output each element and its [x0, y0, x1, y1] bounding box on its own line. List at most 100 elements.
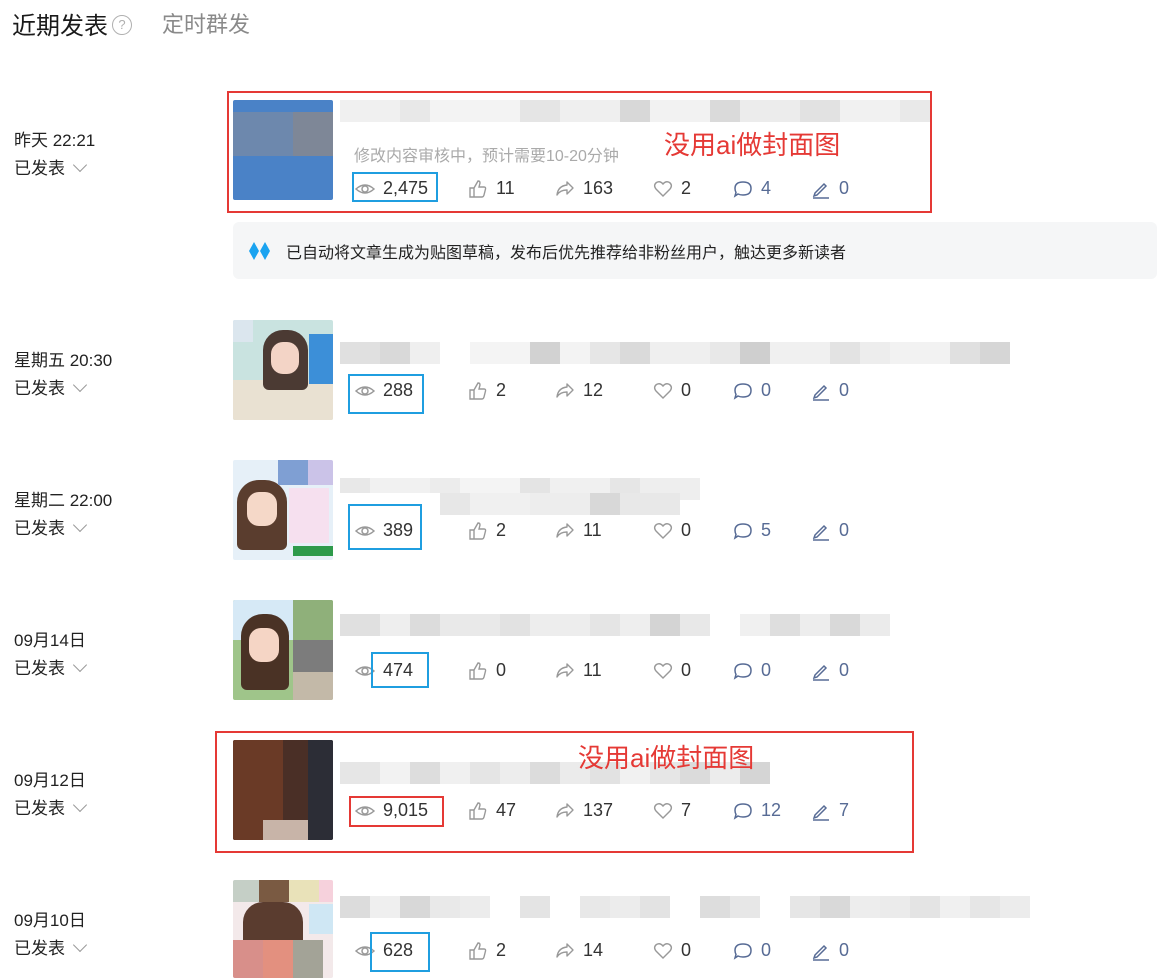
stat-edits[interactable]: 0 [811, 380, 871, 401]
hearts-count: 0 [681, 520, 692, 540]
views-highlight-box [348, 504, 422, 550]
post-status-label: 已发表 [14, 799, 65, 818]
comment-icon [733, 382, 752, 400]
post-status-dropdown[interactable]: 已发表 [14, 934, 88, 959]
post-status-dropdown[interactable]: 已发表 [14, 374, 88, 399]
post-status-label: 已发表 [14, 939, 65, 958]
views-highlight-box [371, 652, 429, 688]
comments-count: 0 [761, 660, 772, 680]
views-highlight-box [349, 796, 444, 827]
stat-hearts: 0 [653, 380, 733, 401]
heart-icon [653, 382, 673, 399]
stat-comments[interactable]: 0 [733, 940, 811, 961]
share-arrow-icon [556, 522, 574, 538]
heart-icon [653, 662, 673, 679]
stat-likes: 2 [468, 380, 555, 401]
post-status-dropdown[interactable]: 已发表 [14, 654, 88, 679]
comment-icon [733, 522, 752, 540]
post-status-label: 已发表 [14, 379, 65, 398]
stat-comments[interactable]: 5 [733, 520, 811, 541]
chevron-down-icon [72, 937, 88, 953]
likes-count: 2 [496, 520, 507, 540]
views-highlight-box [370, 932, 430, 972]
heart-icon [653, 522, 673, 539]
pen-icon [812, 384, 829, 401]
stat-edits[interactable]: 0 [811, 940, 871, 961]
post-date: 星期二 22:00 [14, 491, 113, 510]
tab-scheduled[interactable]: 定时群发 [162, 7, 250, 39]
post-status-dropdown[interactable]: 已发表 [14, 794, 88, 819]
post-cover-thumbnail[interactable] [233, 880, 333, 978]
stat-hearts: 0 [653, 520, 733, 541]
views-highlight-box [352, 172, 438, 202]
thumbs-up-icon [469, 661, 487, 680]
edits-count: 0 [839, 520, 850, 540]
post-title-blurred[interactable] [340, 614, 890, 636]
post-cover-thumbnail[interactable] [233, 460, 333, 560]
post-date: 昨天 22:21 [14, 131, 96, 150]
shares-count: 14 [583, 940, 604, 960]
post-status-label: 已发表 [14, 659, 65, 678]
post-status-dropdown[interactable]: 已发表 [14, 154, 88, 179]
likes-count: 2 [496, 940, 507, 960]
annotation-box [215, 731, 914, 853]
post-status-dropdown[interactable]: 已发表 [14, 514, 88, 539]
pen-icon [812, 664, 829, 681]
help-icon[interactable]: ? [112, 15, 132, 35]
stat-edits[interactable]: 0 [811, 660, 871, 681]
post-title-blurred[interactable] [340, 896, 1030, 918]
stat-likes: 2 [468, 940, 555, 961]
post-status-label: 已发表 [14, 519, 65, 538]
hearts-count: 0 [681, 380, 692, 400]
stat-comments[interactable]: 0 [733, 380, 811, 401]
post-cover-thumbnail[interactable] [233, 320, 333, 420]
post-cover-thumbnail[interactable] [233, 600, 333, 700]
post-title-blurred[interactable] [340, 342, 1010, 364]
post-stats: 474 0 11 0 0 0 [355, 660, 871, 681]
chevron-down-icon [72, 517, 88, 533]
notice-text: 已自动将文章生成为贴图草稿，发布后优先推荐给非粉丝用户，触达更多新读者 [286, 244, 847, 262]
edits-count: 0 [839, 380, 850, 400]
hearts-count: 0 [681, 940, 692, 960]
post-date: 09月14日 [14, 631, 86, 650]
post-stats: 389 2 11 0 5 0 [355, 520, 871, 541]
post-stats: 628 2 14 0 0 0 [355, 940, 871, 961]
stat-shares: 14 [555, 940, 653, 961]
hearts-count: 0 [681, 660, 692, 680]
comments-count: 0 [761, 940, 772, 960]
shares-count: 11 [583, 660, 602, 680]
shares-count: 12 [583, 380, 604, 400]
post-stats: 288 2 12 0 0 0 [355, 380, 871, 401]
likes-count: 2 [496, 380, 507, 400]
comments-count: 5 [761, 520, 772, 540]
stat-shares: 12 [555, 380, 653, 401]
annotation-label: 没用ai做封面图 [664, 130, 841, 160]
shares-count: 11 [583, 520, 602, 540]
pen-icon [812, 944, 829, 961]
annotation-label: 没用ai做封面图 [578, 743, 755, 773]
share-arrow-icon [556, 662, 574, 678]
views-highlight-box [348, 374, 424, 414]
edits-count: 0 [839, 940, 850, 960]
stat-shares: 11 [555, 660, 653, 681]
post-date: 星期五 20:30 [14, 351, 113, 370]
post-status-label: 已发表 [14, 159, 65, 178]
comment-icon [733, 942, 752, 960]
chevron-down-icon [72, 377, 88, 393]
tab-bar: 近期发表 ? 定时群发 [12, 6, 250, 40]
post-date: 09月12日 [14, 771, 86, 790]
comments-count: 0 [761, 380, 772, 400]
chevron-down-icon [72, 797, 88, 813]
thumbs-up-icon [469, 941, 487, 960]
thumbs-up-icon [469, 521, 487, 540]
tab-recent[interactable]: 近期发表 [12, 6, 108, 41]
post-date: 09月10日 [14, 911, 86, 930]
heart-icon [653, 942, 673, 959]
stat-edits[interactable]: 0 [811, 520, 871, 541]
stat-hearts: 0 [653, 660, 733, 681]
chevron-down-icon [72, 157, 88, 173]
pen-icon [812, 524, 829, 541]
diamond-icon [249, 241, 270, 260]
auto-draft-notice: 已自动将文章生成为贴图草稿，发布后优先推荐给非粉丝用户，触达更多新读者 [233, 222, 1157, 279]
stat-comments[interactable]: 0 [733, 660, 811, 681]
